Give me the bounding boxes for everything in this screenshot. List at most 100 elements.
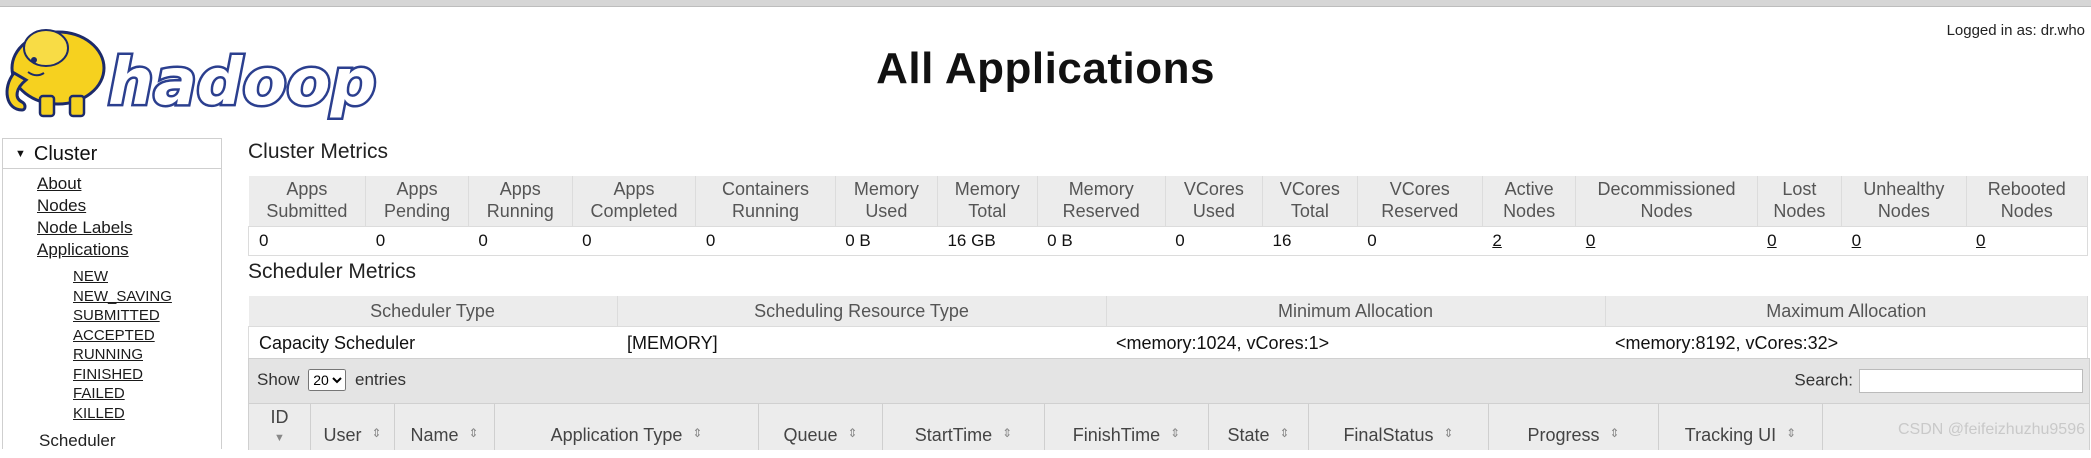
sidebar-state-new-saving[interactable]: NEW_SAVING: [73, 287, 221, 307]
sort-icon: ⇕: [692, 426, 703, 440]
header: hadoop All Applications Logged in as: dr…: [0, 8, 2091, 134]
scheduler-header: Minimum Allocation: [1106, 296, 1606, 327]
scheduler-header: Scheduler Type: [248, 296, 618, 327]
metric-containers-running: 0: [695, 226, 836, 256]
metric-header: VCores Used: [1165, 176, 1264, 227]
column-header-tracking-ui[interactable]: Tracking UI ⇕: [1659, 404, 1823, 450]
sort-icon: ⇕: [1279, 426, 1290, 440]
metric-vcores-used: 0: [1165, 226, 1263, 256]
sidebar-state-submitted[interactable]: SUBMITTED: [73, 306, 221, 326]
cluster-metrics-table: Apps Submitted Apps Pending Apps Running…: [248, 176, 2088, 256]
metric-header: Containers Running: [695, 176, 836, 227]
metric-decommissioned-nodes: 0: [1575, 226, 1758, 256]
sidebar-state-running[interactable]: RUNNING: [73, 345, 221, 365]
sort-icon: ⇕: [1609, 426, 1620, 440]
metric-memory-used: 0 B: [835, 226, 938, 256]
sidebar-scheduler-section[interactable]: Scheduler: [39, 431, 116, 451]
applications-table: Show 20 entries Search: ID ▼ User ⇕ Name ⇕ …: [248, 358, 2090, 450]
metric-header: Active Nodes: [1482, 176, 1577, 227]
column-label: FinishTime: [1072, 425, 1161, 445]
sidebar-state-failed[interactable]: FAILED: [73, 384, 221, 404]
column-label: Progress: [1527, 425, 1600, 445]
page-title: All Applications: [876, 44, 1215, 93]
metric-header: Apps Pending: [365, 176, 469, 227]
metric-apps-completed: 0: [572, 226, 696, 256]
sidebar-state-new[interactable]: NEW: [73, 267, 221, 287]
metric-header: Unhealthy Nodes: [1841, 176, 1967, 227]
watermark: CSDN @feifeizhuzhu9596: [1897, 421, 2085, 438]
metric-memory-total: 16 GB: [937, 226, 1038, 256]
column-header-id[interactable]: ID ▼: [249, 404, 311, 450]
metric-header: Decommissioned Nodes: [1575, 176, 1758, 227]
column-label: FinalStatus: [1343, 425, 1434, 445]
column-header-user[interactable]: User ⇕: [311, 404, 395, 450]
sort-icon: ⇕: [1002, 426, 1013, 440]
sort-icon: ⇕: [847, 426, 858, 440]
metric-header: Apps Completed: [572, 176, 697, 227]
sidebar: ▼ Cluster About Nodes Node Labels Applica…: [2, 138, 222, 451]
logged-in-status: Logged in as: dr.who: [1946, 22, 2085, 39]
search-input[interactable]: [1859, 369, 2083, 393]
sidebar-link-nodes[interactable]: Nodes: [37, 195, 221, 217]
scheduler-header: Maximum Allocation: [1605, 296, 2088, 327]
sidebar-link-applications[interactable]: Applications: [37, 239, 221, 261]
column-header-starttime[interactable]: StartTime ⇕: [883, 404, 1045, 450]
unhealthy-nodes-link[interactable]: 0: [1852, 231, 1861, 250]
metric-apps-running: 0: [468, 226, 573, 256]
column-header-progress[interactable]: Progress ⇕: [1489, 404, 1659, 450]
sort-icon: ⇕: [468, 426, 479, 440]
column-label: ID: [270, 407, 289, 427]
metric-header: Memory Total: [937, 176, 1038, 227]
column-label: User: [323, 425, 362, 445]
metric-header: Rebooted Nodes: [1966, 176, 2088, 227]
metric-apps-submitted: 0: [248, 226, 366, 256]
metric-apps-pending: 0: [365, 226, 469, 256]
sidebar-cluster-toggle[interactable]: ▼ Cluster: [3, 139, 221, 169]
sort-desc-icon: ▼: [274, 432, 285, 444]
sidebar-state-finished[interactable]: FINISHED: [73, 365, 221, 385]
entries-label: entries: [355, 370, 407, 389]
show-label: Show: [257, 370, 300, 389]
column-header-name[interactable]: Name ⇕: [395, 404, 495, 450]
rebooted-nodes-link[interactable]: 0: [1976, 231, 1985, 250]
sort-icon: ⇕: [1170, 426, 1181, 440]
sidebar-state-killed[interactable]: KILLED: [73, 404, 221, 424]
sort-icon: ⇕: [1786, 426, 1797, 440]
sort-icon: ⇕: [1443, 426, 1454, 440]
metric-header: Memory Reserved: [1037, 176, 1166, 227]
applications-header-row: ID ▼ User ⇕ Name ⇕ Application Type ⇕ Queue ⇕…: [249, 403, 2089, 450]
column-header-queue[interactable]: Queue ⇕: [759, 404, 883, 450]
metric-rebooted-nodes: 0: [1966, 226, 2088, 256]
decommissioned-nodes-link[interactable]: 0: [1586, 231, 1595, 250]
metric-header: VCores Total: [1262, 176, 1358, 227]
scheduler-type-value: Capacity Scheduler: [248, 326, 617, 360]
sidebar-link-about[interactable]: About: [37, 173, 221, 195]
column-header-finalstatus[interactable]: FinalStatus ⇕: [1309, 404, 1489, 450]
sidebar-state-accepted[interactable]: ACCEPTED: [73, 326, 221, 346]
metric-active-nodes: 2: [1482, 226, 1576, 256]
entries-select[interactable]: 20: [308, 369, 347, 391]
minimum-allocation-value: <memory:1024, vCores:1>: [1106, 326, 1605, 360]
column-header-application-type[interactable]: Application Type ⇕: [495, 404, 759, 450]
scheduler-header: Scheduling Resource Type: [617, 296, 1107, 327]
column-label: Tracking UI: [1684, 425, 1777, 445]
lost-nodes-link[interactable]: 0: [1767, 231, 1776, 250]
search-control: Search:: [1794, 369, 2083, 393]
page-length-control: Show 20 entries: [257, 369, 406, 391]
column-header-state[interactable]: State ⇕: [1209, 404, 1309, 450]
metric-vcores-total: 16: [1262, 226, 1358, 256]
scheduling-resource-type-value: [MEMORY]: [617, 326, 1106, 360]
scheduler-metrics-table: Scheduler Type Scheduling Resource Type …: [248, 296, 2088, 360]
column-header-finishtime[interactable]: FinishTime ⇕: [1045, 404, 1209, 450]
active-nodes-link[interactable]: 2: [1492, 231, 1501, 250]
sort-icon: ⇕: [371, 426, 382, 440]
metric-lost-nodes: 0: [1757, 226, 1842, 256]
metric-header: Apps Submitted: [248, 176, 367, 227]
metric-header: Lost Nodes: [1757, 176, 1843, 227]
column-label: Queue: [783, 425, 838, 445]
cluster-metrics-title: Cluster Metrics: [248, 140, 389, 163]
sidebar-section-label: Cluster: [33, 143, 98, 165]
column-label: Name: [410, 425, 459, 445]
sidebar-link-node-labels[interactable]: Node Labels: [37, 217, 221, 239]
scheduler-metrics-title: Scheduler Metrics: [248, 260, 417, 283]
